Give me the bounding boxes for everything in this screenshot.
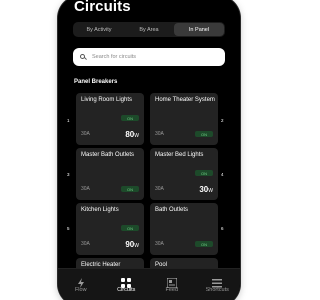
status-badge: ON <box>121 225 139 231</box>
breaker-amps: 30A <box>81 186 90 192</box>
breaker-amps: 30A <box>81 131 90 137</box>
nav-feed[interactable]: Feed <box>149 269 195 300</box>
feed-icon <box>166 275 178 289</box>
bottom-nav: Flow Circuits Feed Shortcuts <box>58 268 240 300</box>
view-tabs: By Activity By Area In Panel <box>73 22 225 37</box>
search-input[interactable] <box>92 54 212 60</box>
breaker-card-kitchen-lights[interactable]: Kitchen Lights ON 30A 90W <box>76 203 144 255</box>
breaker-card-master-bed-lights[interactable]: Master Bed Lights ON 30A 30W <box>150 148 218 200</box>
tab-by-activity[interactable]: By Activity <box>74 23 124 36</box>
status-badge: ON <box>195 170 213 176</box>
section-title: Panel Breakers <box>74 79 118 85</box>
page-title: Circuits <box>74 0 131 15</box>
breaker-amps: 30A <box>155 186 164 192</box>
slot-number: 5 <box>67 226 70 231</box>
breaker-card-master-bath-outlets[interactable]: Master Bath Outlets 30A ON <box>76 148 144 200</box>
slot-number: 4 <box>221 172 224 177</box>
status-badge: ON <box>195 131 213 137</box>
breaker-card-living-room-lights[interactable]: Living Room Lights ON 30A 80W <box>76 93 144 145</box>
circuits-icon <box>121 275 132 288</box>
breaker-name: Master Bath Outlets <box>81 152 135 158</box>
breaker-amps: 30A <box>81 241 90 247</box>
flow-icon <box>76 275 86 288</box>
status-badge: ON <box>195 241 213 247</box>
shortcuts-icon <box>212 275 223 288</box>
slot-number: 1 <box>67 118 70 123</box>
power-reading: 90W <box>125 240 139 249</box>
search-bar[interactable] <box>73 48 225 66</box>
status-badge: ON <box>121 186 139 192</box>
breaker-name: Bath Outlets <box>155 207 189 213</box>
search-icon <box>80 53 87 61</box>
breaker-name: Home Theater System <box>155 97 215 103</box>
app-screen: Circuits By Activity By Area In Panel Pa… <box>58 0 240 300</box>
slot-number: 2 <box>221 118 224 123</box>
status-badge: ON <box>121 115 139 121</box>
tab-by-area[interactable]: By Area <box>124 23 174 36</box>
slot-number: 3 <box>67 172 70 177</box>
nav-flow[interactable]: Flow <box>58 269 104 300</box>
breaker-card-bath-outlets[interactable]: Bath Outlets 30A ON <box>150 203 218 255</box>
power-reading: 30W <box>199 185 213 194</box>
nav-shortcuts[interactable]: Shortcuts <box>195 269 241 300</box>
breaker-amps: 30A <box>155 131 164 137</box>
slot-number: 6 <box>221 226 224 231</box>
breaker-name: Kitchen Lights <box>81 207 119 213</box>
breaker-amps: 30A <box>155 241 164 247</box>
nav-circuits[interactable]: Circuits <box>104 269 150 300</box>
phone-frame: Circuits By Activity By Area In Panel Pa… <box>58 0 240 300</box>
tab-in-panel[interactable]: In Panel <box>174 23 224 36</box>
breaker-name: Living Room Lights <box>81 97 133 103</box>
breaker-card-home-theater-system[interactable]: Home Theater System 30A ON <box>150 93 218 145</box>
breaker-name: Master Bed Lights <box>155 152 204 158</box>
power-reading: 80W <box>125 130 139 139</box>
